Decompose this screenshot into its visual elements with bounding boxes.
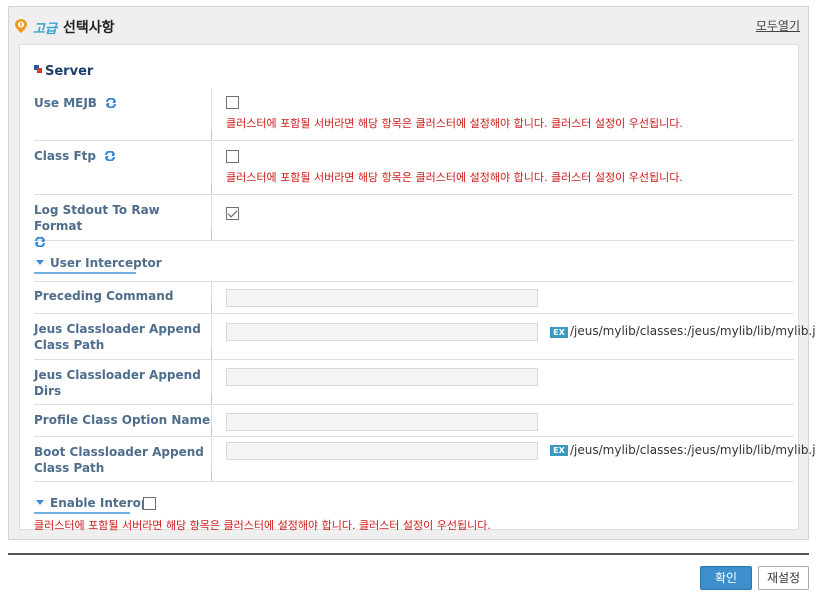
label-use-mejb: Use MEJB	[34, 89, 212, 140]
example-badge-icon: EX	[550, 327, 568, 338]
row-log-stdout: Log Stdout To Raw Format	[34, 196, 794, 247]
enable-interop-toggle[interactable]: Enable Interop	[34, 496, 150, 514]
refresh-icon	[35, 237, 45, 247]
use-mejb-checkbox[interactable]	[226, 96, 239, 109]
enable-interop-checkbox[interactable]	[143, 497, 156, 510]
cluster-warning-text: 클러스터에 포함될 서버라면 해당 항목은 클러스터에 설정해야 합니다. 클러…	[34, 519, 491, 532]
footer-divider	[8, 553, 809, 555]
class-ftp-checkbox[interactable]	[226, 150, 239, 163]
section-bullet-icon	[34, 65, 42, 73]
profile-class-option-input[interactable]	[226, 413, 538, 431]
boot-cl-append-cp-input[interactable]	[226, 442, 538, 460]
jeus-cl-append-cp-input[interactable]	[226, 323, 538, 341]
label-jeus-cl-append-cp: Jeus Classloader Append Class Path	[34, 315, 212, 359]
user-interceptor-toggle[interactable]: User Interceptor	[34, 256, 162, 274]
panel-title: 선택사항	[63, 20, 115, 36]
cluster-warning-text: 클러스터에 포함될 서버라면 해당 항목은 클러스터에 설정해야 합니다. 클러…	[226, 171, 683, 184]
label-class-ftp: Class Ftp	[34, 142, 212, 194]
row-profile-class-option: Profile Class Option Name	[34, 406, 794, 437]
example-path-text: /jeus/mylib/classes:/jeus/mylib/lib/myli…	[570, 443, 816, 457]
advanced-options-panel: 고급 선택사항 모두열기 Server Use MEJB 클러스터에 포함될 서…	[8, 6, 816, 540]
log-stdout-checkbox[interactable]	[226, 207, 239, 220]
refresh-icon	[106, 98, 117, 108]
row-class-ftp: Class Ftp 클러스터에 포함될 서버라면 해당 항목은 클러스터에 설정…	[34, 142, 794, 195]
options-content: Server Use MEJB 클러스터에 포함될 서버라면 해당 항목은 클러…	[19, 44, 816, 532]
preceding-command-input[interactable]	[226, 289, 538, 307]
label-jeus-cl-append-dirs: Jeus Classloader Append Dirs	[34, 361, 212, 404]
row-boot-cl-append-cp: Boot Classloader Append Class Path EX /j…	[34, 438, 816, 482]
row-jeus-cl-append-dirs: Jeus Classloader Append Dirs	[34, 361, 794, 405]
advanced-badge-icon	[15, 19, 27, 33]
refresh-icon	[105, 151, 116, 161]
advanced-label: 고급	[33, 22, 57, 37]
row-use-mejb: Use MEJB 클러스터에 포함될 서버라면 해당 항목은 클러스터에 설정해…	[34, 89, 794, 141]
example-badge-icon: EX	[550, 445, 568, 456]
chevron-down-icon	[36, 500, 44, 505]
label-log-stdout: Log Stdout To Raw Format	[34, 196, 212, 247]
section-title-server: Server	[34, 64, 93, 79]
ok-button[interactable]: 확인	[700, 566, 752, 590]
chevron-down-icon	[36, 260, 44, 265]
label-boot-cl-append-cp: Boot Classloader Append Class Path	[34, 438, 212, 481]
cluster-warning-text: 클러스터에 포함될 서버라면 해당 항목은 클러스터에 설정해야 합니다. 클러…	[226, 117, 683, 130]
row-jeus-cl-append-cp: Jeus Classloader Append Class Path EX /j…	[34, 315, 816, 360]
label-preceding-command: Preceding Command	[34, 282, 212, 313]
example-path-text: /jeus/mylib/classes:/jeus/mylib/lib/myli…	[570, 324, 816, 338]
label-profile-class-option: Profile Class Option Name	[34, 406, 212, 436]
panel-header: 고급 선택사항 모두열기	[9, 7, 808, 45]
jeus-cl-append-dirs-input[interactable]	[226, 368, 538, 386]
row-preceding-command: Preceding Command	[34, 282, 794, 314]
reset-button[interactable]: 재설정	[758, 566, 809, 590]
expand-all-link[interactable]: 모두열기	[756, 17, 800, 34]
